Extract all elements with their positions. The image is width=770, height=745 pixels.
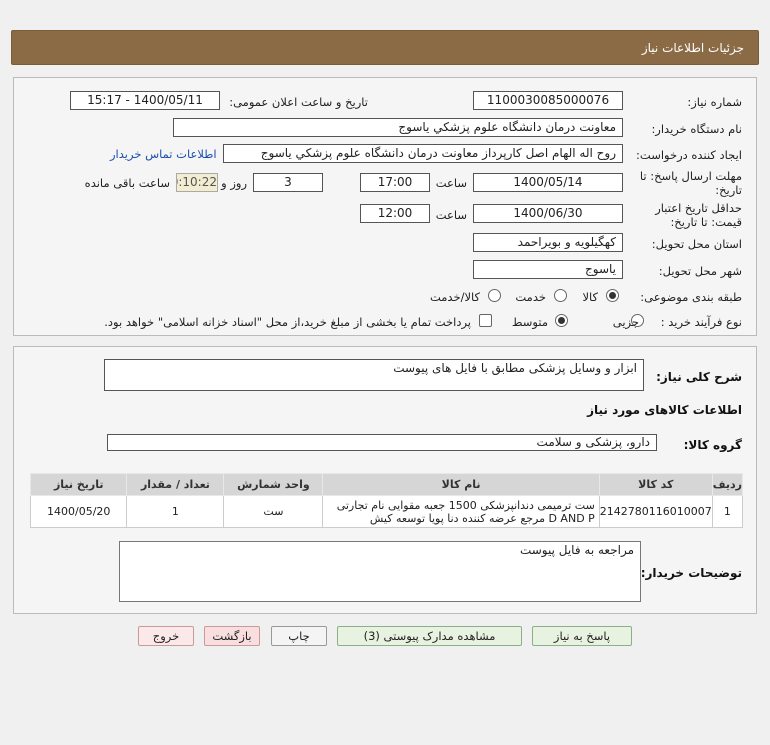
remaining-time-field: 00:10:22	[176, 173, 218, 192]
radio-category-goods-label: کالا	[582, 290, 598, 304]
announce-label: تاریخ و ساعت اعلان عمومی:	[229, 95, 368, 109]
radio-category-service-label: خدمت	[515, 290, 546, 304]
buyer-org-label: نام دستگاه خریدار:	[651, 122, 742, 136]
cell-name: ست ترمیمی دندانپزشکی 1500 جعبه مقوایی نا…	[322, 495, 600, 528]
province-field: کهگیلویه و بویراحمد	[473, 233, 623, 252]
back-button[interactable]: بازگشت	[204, 626, 260, 646]
radio-process-minor-label: جزیی	[612, 315, 639, 329]
days-remaining-field: 3	[253, 173, 323, 192]
col-qty: تعداد / مقدار	[126, 473, 225, 496]
page-title: جزئیات اطلاعات نیاز	[641, 41, 744, 55]
category-label: طبقه بندی موضوعی:	[640, 290, 742, 304]
process-label: نوع فرآیند خرید :	[660, 315, 742, 329]
treasury-payment-note: پرداخت تمام یا بخشی از مبلغ خرید،از محل …	[104, 315, 471, 329]
radio-category-both[interactable]	[488, 289, 501, 302]
treasury-payment-checkbox[interactable]	[479, 314, 492, 327]
city-field: یاسوج	[473, 260, 623, 279]
radio-category-service[interactable]	[554, 289, 567, 302]
buyer-contact-link[interactable]: اطلاعات تماس خریدار	[110, 147, 217, 161]
radio-process-medium-label: متوسط	[511, 315, 548, 329]
col-date: تاریخ نیاز	[29, 473, 128, 496]
buyer-notes-label: توضیحات خریدار:	[640, 566, 742, 580]
cell-code: 2142780116010007	[598, 495, 713, 528]
cell-date: 1400/05/20	[29, 495, 128, 528]
details-panel: شماره نیاز: 1100030085000076 تاریخ و ساع…	[13, 77, 757, 336]
validity-date-field: 1400/06/30	[473, 204, 623, 223]
cell-row: 1	[711, 495, 744, 528]
need-number-field: 1100030085000076	[473, 91, 623, 110]
remaining-label: ساعت باقی مانده	[84, 176, 170, 190]
radio-category-both-label: کالا/خدمت	[429, 290, 480, 304]
goods-section-title: اطلاعات کالاهای مورد نیاز	[587, 403, 742, 417]
items-panel: شرح کلی نیاز: ابزار و وسایل پزشکی مطابق …	[13, 346, 757, 614]
need-number-label: شماره نیاز:	[687, 95, 742, 109]
col-row: ردیف	[711, 473, 744, 496]
deadline-date-field: 1400/05/14	[473, 173, 623, 192]
buyer-notes-field: مراجعه به فایل پیوست	[119, 541, 641, 602]
summary-label: شرح کلی نیاز:	[656, 370, 742, 384]
deadline-label-1: مهلت ارسال پاسخ: تا	[639, 169, 742, 183]
summary-field: ابزار و وسایل پزشکی مطابق با فایل های پی…	[104, 359, 644, 391]
province-label: استان محل تحویل:	[651, 237, 742, 251]
validity-time-label: ساعت	[435, 208, 467, 222]
city-label: شهر محل تحویل:	[658, 264, 742, 278]
creator-field: روح اله الهام اصل کارپرداز معاونت درمان …	[223, 144, 623, 163]
creator-label: ایجاد کننده درخواست:	[636, 148, 742, 162]
page-title-bar: جزئیات اطلاعات نیاز	[11, 30, 759, 65]
goods-group-field: دارو، پزشکی و سلامت	[107, 434, 657, 451]
radio-process-medium[interactable]	[555, 314, 568, 327]
goods-table: ردیف کد کالا نام کالا واحد شمارش تعداد /…	[29, 473, 744, 528]
col-unit: واحد شمارش	[223, 473, 324, 496]
deadline-time-field: 17:00	[360, 173, 430, 192]
buyer-org-field: معاونت درمان دانشگاه علوم پزشکي ياسوج	[173, 118, 623, 137]
validity-time-field: 12:00	[360, 204, 430, 223]
col-code: کد کالا	[598, 473, 713, 496]
deadline-label-2: تاریخ:	[715, 183, 742, 197]
announce-field: 1400/05/11 - 15:17	[70, 91, 220, 110]
exit-button[interactable]: خروج	[138, 626, 194, 646]
validity-label-1: حداقل تاریخ اعتبار	[655, 201, 742, 215]
print-button[interactable]: چاپ	[271, 626, 327, 646]
radio-category-goods[interactable]	[606, 289, 619, 302]
table-header-row: ردیف کد کالا نام کالا واحد شمارش تعداد /…	[29, 473, 744, 496]
col-name: نام کالا	[322, 473, 600, 496]
validity-label-2: قیمت: تا تاریخ:	[670, 215, 742, 229]
reply-button[interactable]: پاسخ به نیاز	[532, 626, 632, 646]
table-row[interactable]: 1 2142780116010007 ست ترمیمی دندانپزشکی …	[29, 495, 744, 528]
cell-qty: 1	[126, 495, 225, 528]
cell-unit: ست	[223, 495, 324, 528]
days-label: روز و	[221, 176, 247, 190]
view-attachments-button[interactable]: مشاهده مدارک پیوستی (3)	[337, 626, 522, 646]
goods-group-label: گروه کالا:	[683, 438, 742, 452]
deadline-time-label: ساعت	[435, 176, 467, 190]
